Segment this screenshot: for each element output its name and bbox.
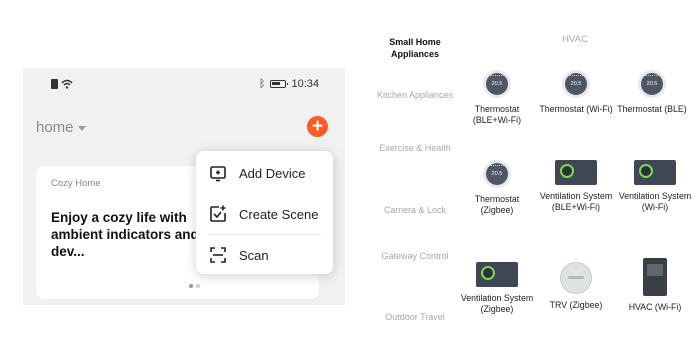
- home-selector-label: home: [36, 119, 74, 136]
- menu-item-label: Add Device: [239, 165, 306, 181]
- ventilation-ring: [639, 164, 653, 178]
- hvac-image: [643, 258, 667, 296]
- category-outdoor-travel[interactable]: Outdoor Travel: [370, 311, 460, 323]
- menu-item-label: Create Scene: [239, 206, 319, 222]
- thermostat-image: 20.5: [483, 70, 511, 98]
- status-time: 10:34: [291, 78, 319, 90]
- caret-down-icon: [77, 126, 86, 131]
- sim-icon: [51, 79, 58, 89]
- status-left: [51, 79, 73, 89]
- menu-item-create-scene[interactable]: Create Scene: [196, 194, 333, 234]
- home-selector[interactable]: home: [36, 119, 86, 136]
- thermostat-image: 20.5: [483, 160, 511, 188]
- thermostat-image: 20.5: [638, 70, 666, 98]
- product-tile[interactable]: 20.5 Thermostat (Wi-Fi): [537, 70, 615, 115]
- menu-item-label: Scan: [239, 247, 269, 263]
- category-small-home-appliances[interactable]: Small Home Appliances: [370, 36, 460, 60]
- product-name: Ventilation System (Zigbee): [460, 293, 534, 314]
- create-scene-icon: [210, 205, 226, 222]
- product-name: Thermostat (Zigbee): [474, 194, 520, 215]
- product-name: Ventilation System (BLE+Wi-Fi): [539, 191, 613, 212]
- ventilation-ring: [481, 266, 495, 280]
- product-tile[interactable]: Ventilation System (Wi-Fi): [616, 160, 693, 213]
- card-headline: Enjoy a cozy life with ambient indicator…: [51, 210, 199, 259]
- product-tile[interactable]: Ventilation System (BLE+Wi-Fi): [537, 160, 615, 213]
- ventilation-image: [634, 160, 676, 185]
- product-tile[interactable]: 20.5 Thermostat (Zigbee): [458, 160, 536, 216]
- carousel-dot-active: [189, 284, 193, 288]
- scan-icon: [210, 247, 226, 263]
- ventilation-image: [476, 262, 518, 287]
- product-tile[interactable]: HVAC (Wi-Fi): [616, 258, 693, 313]
- thermostat-display: 20.5: [641, 73, 663, 95]
- carousel-dot: [196, 284, 200, 288]
- add-menu: Add Device Create Scene Scan: [196, 151, 333, 274]
- ventilation-ring: [560, 164, 574, 178]
- status-right: ᛒ 10:34: [259, 78, 319, 90]
- carousel-dots: [189, 284, 200, 288]
- add-device-icon: [210, 166, 226, 182]
- category-gateway-control[interactable]: Gateway Control: [370, 250, 460, 262]
- category-exercise-health[interactable]: Exercise & Health: [370, 142, 460, 154]
- product-tile[interactable]: 20.5 Thermostat (BLE+Wi-Fi): [458, 70, 536, 126]
- product-tile[interactable]: TRV (Zigbee): [537, 262, 615, 311]
- category-kitchen-appliances[interactable]: Kitchen Appliances: [370, 89, 460, 101]
- battery-icon: [270, 80, 289, 88]
- product-name: Thermostat (BLE+Wi-Fi): [472, 104, 522, 125]
- thermostat-display: 20.5: [486, 163, 508, 185]
- product-name: Ventilation System (Wi-Fi): [618, 191, 692, 212]
- bluetooth-icon: ᛒ: [258, 77, 266, 90]
- section-header: HVAC: [562, 34, 588, 45]
- menu-item-add-device[interactable]: Add Device: [196, 153, 333, 193]
- product-name: Thermostat (Wi-Fi): [539, 104, 613, 114]
- app-screen: ᛒ 10:34 home + Cozy Home Enjoy a cozy li…: [23, 68, 345, 305]
- card-eyebrow: Cozy Home: [51, 178, 101, 189]
- thermostat-display: 20.5: [486, 73, 508, 95]
- product-tile[interactable]: Ventilation System (Zigbee): [458, 262, 536, 315]
- menu-item-scan[interactable]: Scan: [196, 235, 333, 275]
- ventilation-image: [555, 160, 597, 185]
- thermostat-image: 20.5: [562, 70, 590, 98]
- product-name: TRV (Zigbee): [549, 300, 603, 310]
- category-camera-lock[interactable]: Camera & Lock: [370, 204, 460, 216]
- add-button[interactable]: +: [307, 116, 328, 137]
- product-name: HVAC (Wi-Fi): [628, 302, 682, 312]
- plus-icon: +: [311, 116, 324, 137]
- thermostat-display: 20.5: [565, 73, 587, 95]
- product-tile[interactable]: 20.5 Thermostat (BLE): [613, 70, 691, 115]
- wifi-icon: [61, 79, 73, 89]
- trv-image: [560, 262, 592, 294]
- product-name: Thermostat (BLE): [617, 104, 687, 114]
- status-bar: ᛒ 10:34: [23, 68, 345, 102]
